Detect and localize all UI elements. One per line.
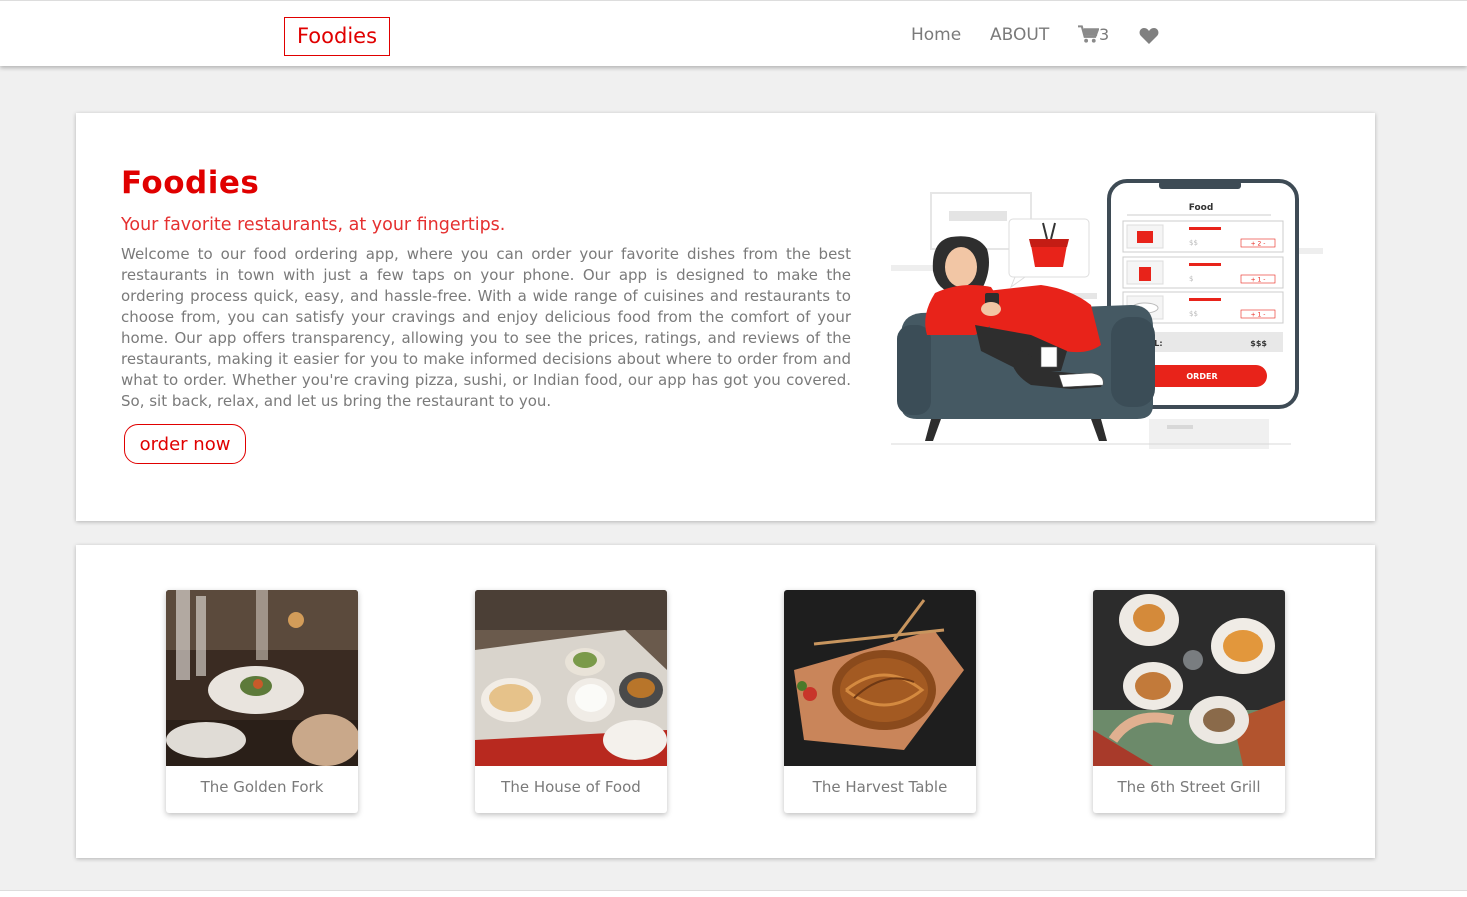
restaurant-image	[1093, 590, 1285, 766]
restaurant-name: The Harvest Table	[812, 778, 948, 796]
cart-button[interactable]: 3	[1078, 25, 1109, 44]
restaurant-card[interactable]: The Harvest Table	[784, 590, 976, 813]
order-now-button[interactable]: order now	[124, 424, 246, 464]
restaurant-image	[166, 590, 358, 766]
restaurant-name: The House of Food	[501, 778, 641, 796]
row1-price: $$	[1189, 239, 1198, 247]
row1-qty: + 2 -	[1251, 241, 1266, 248]
hero-section: Foodies Your favorite restaurants, at yo…	[76, 113, 1375, 521]
total-value: $$$	[1250, 339, 1267, 348]
heart-icon[interactable]	[1139, 27, 1159, 45]
shopping-cart-icon	[1078, 25, 1099, 43]
restaurants-section: The Golden Fork The House of Food The Ha…	[76, 545, 1375, 858]
food-order-illustration: Food $$ + 2 - $ + 1 - $$ + 1 - TOTAL: $$…	[891, 179, 1323, 449]
hero-description: Welcome to our food ordering app, where …	[121, 245, 851, 410]
restaurant-image	[784, 590, 976, 766]
restaurant-card[interactable]: The House of Food	[475, 590, 667, 813]
nav-link-home[interactable]: Home	[911, 25, 961, 45]
restaurant-card[interactable]: The 6th Street Grill	[1093, 590, 1285, 813]
phone-header-text: Food	[1189, 203, 1214, 213]
phone-order-label: ORDER	[1186, 372, 1217, 381]
restaurant-name: The Golden Fork	[200, 778, 324, 796]
restaurant-image	[475, 590, 667, 766]
row3-price: $$	[1189, 310, 1198, 318]
brand-logo[interactable]: Foodies	[284, 17, 390, 56]
row3-qty: + 1 -	[1251, 312, 1266, 319]
cart-count: 3	[1099, 25, 1110, 44]
row2-price: $	[1189, 275, 1193, 283]
row2-qty: + 1 -	[1251, 277, 1266, 284]
nav-link-about[interactable]: ABOUT	[990, 25, 1049, 45]
restaurant-name: The 6th Street Grill	[1117, 778, 1261, 796]
restaurant-card[interactable]: The Golden Fork	[166, 590, 358, 813]
navbar: Foodies Home ABOUT 3	[0, 0, 1467, 66]
footer	[0, 890, 1467, 897]
hero-subtitle: Your favorite restaurants, at your finge…	[121, 215, 506, 235]
hero-title: Foodies	[121, 165, 260, 201]
